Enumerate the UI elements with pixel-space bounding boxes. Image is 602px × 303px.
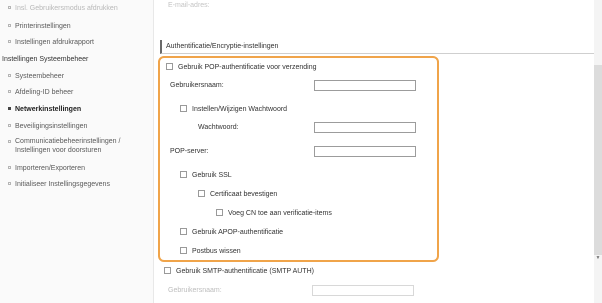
smtp-username-label: Gebruikersnaam: bbox=[168, 287, 222, 294]
sidebar-item-print-report-settings[interactable]: Instellingen afdrukrapport bbox=[0, 36, 154, 49]
add-cn-row: Voeg CN toe aan verificatie-items bbox=[216, 208, 332, 220]
bullet-icon bbox=[8, 24, 11, 27]
scroll-down-icon[interactable]: ▼ bbox=[595, 255, 601, 261]
pop-server-field[interactable] bbox=[314, 146, 416, 157]
sidebar-item-label: Communicatiebeheerinstellingen / Instell… bbox=[15, 138, 121, 154]
use-ssl-checkbox[interactable] bbox=[180, 171, 187, 178]
pop-auth-row: Gebruik POP-authentificatie voor verzend… bbox=[166, 62, 317, 74]
sidebar-group-label: Instellingen Systeembeheer bbox=[2, 56, 89, 63]
sidebar-item-printer-settings[interactable]: Printerinstellingen bbox=[0, 20, 154, 33]
sidebar-item-label: Instellingen afdrukrapport bbox=[15, 39, 94, 46]
bullet-icon bbox=[8, 140, 11, 143]
smtp-username-field[interactable] bbox=[312, 285, 414, 296]
add-cn-checkbox[interactable] bbox=[216, 209, 223, 216]
clear-postbox-label: Postbus wissen bbox=[192, 248, 241, 255]
sidebar-item-user-mode-print[interactable]: Insl. Gebruikersmodus afdrukken bbox=[0, 2, 154, 15]
apop-checkbox[interactable] bbox=[180, 228, 187, 235]
smtp-auth-row: Gebruik SMTP-authentificatie (SMTP AUTH) bbox=[164, 266, 314, 278]
apop-row: Gebruik APOP-authentificatie bbox=[180, 227, 283, 239]
clear-postbox-checkbox[interactable] bbox=[180, 247, 187, 254]
clear-postbox-row: Postbus wissen bbox=[180, 246, 241, 258]
pop-server-label: POP-server: bbox=[170, 148, 209, 155]
verify-cert-label: Certificaat bevestigen bbox=[210, 191, 278, 198]
use-ssl-label: Gebruik SSL bbox=[192, 172, 232, 179]
bullet-icon bbox=[8, 40, 11, 43]
sidebar-item-system-management[interactable]: Systeembeheer bbox=[0, 70, 154, 83]
apop-label: Gebruik APOP-authentificatie bbox=[192, 229, 284, 236]
settings-sidebar: Insl. Gebruikersmodus afdrukken Printeri… bbox=[0, 0, 154, 303]
email-address-label: E-mail-adres: bbox=[168, 2, 210, 9]
bullet-icon bbox=[8, 182, 11, 185]
section-title: Authentificatie/Encryptie-instellingen bbox=[160, 40, 594, 54]
pop-username-field[interactable] bbox=[314, 80, 416, 91]
add-cn-label: Voeg CN toe aan verificatie-items bbox=[228, 210, 332, 217]
sidebar-item-label: Importeren/Exporteren bbox=[15, 165, 86, 172]
bullet-icon bbox=[8, 6, 11, 9]
smtp-auth-label: Gebruik SMTP-authentificatie (SMTP AUTH) bbox=[176, 268, 314, 275]
bullet-icon bbox=[8, 166, 11, 169]
pop-password-field[interactable] bbox=[314, 122, 416, 133]
bullet-icon bbox=[8, 90, 11, 93]
main-content: E-mail-adres: Authentificatie/Encryptie-… bbox=[154, 0, 602, 303]
smtp-auth-checkbox[interactable] bbox=[164, 267, 171, 274]
vertical-scrollbar[interactable]: ▼ bbox=[594, 0, 602, 303]
sidebar-item-network-settings[interactable]: Netwerkinstellingen bbox=[0, 103, 154, 116]
bullet-icon bbox=[8, 124, 11, 127]
sidebar-item-initialize-settings[interactable]: Initialiseer Instellingsgegevens bbox=[0, 178, 154, 191]
sidebar-item-import-export[interactable]: Importeren/Exporteren bbox=[0, 162, 154, 175]
sidebar-group-system-management[interactable]: Instellingen Systeembeheer bbox=[0, 53, 154, 66]
verify-cert-checkbox[interactable] bbox=[198, 190, 205, 197]
pop-auth-checkbox[interactable] bbox=[166, 63, 173, 70]
sidebar-item-label: Systeembeheer bbox=[15, 73, 65, 80]
set-password-label: Instellen/Wijzigen Wachtwoord bbox=[192, 106, 288, 113]
highlight-frame: Gebruik POP-authentificatie voor verzend… bbox=[158, 56, 439, 262]
pop-auth-label: Gebruik POP-authentificatie voor verzend… bbox=[178, 64, 317, 71]
bullet-icon bbox=[8, 107, 11, 110]
sidebar-item-communication-settings[interactable]: Communicatiebeheerinstellingen / Instell… bbox=[0, 137, 154, 159]
verify-cert-row: Certificaat bevestigen bbox=[198, 189, 277, 201]
sidebar-item-label: Netwerkinstellingen bbox=[15, 106, 82, 113]
pop-username-label: Gebruikersnaam: bbox=[170, 82, 224, 89]
sidebar-item-security-settings[interactable]: Beveiligingsinstellingen bbox=[0, 120, 154, 133]
sidebar-item-label: Insl. Gebruikersmodus afdrukken bbox=[15, 5, 118, 12]
pop-password-label: Wachtwoord: bbox=[198, 124, 239, 131]
sidebar-item-label: Initialiseer Instellingsgegevens bbox=[15, 181, 110, 188]
set-password-checkbox[interactable] bbox=[180, 105, 187, 112]
sidebar-item-label: Printerinstellingen bbox=[15, 23, 71, 30]
bullet-icon bbox=[8, 74, 11, 77]
sidebar-item-label: Beveiligingsinstellingen bbox=[15, 123, 88, 130]
use-ssl-row: Gebruik SSL bbox=[180, 170, 232, 182]
sidebar-item-department-id[interactable]: Afdeling-ID beheer bbox=[0, 86, 154, 99]
scrollbar-thumb[interactable] bbox=[594, 65, 602, 255]
sidebar-item-label: Afdeling-ID beheer bbox=[15, 89, 74, 96]
set-password-row: Instellen/Wijzigen Wachtwoord bbox=[180, 104, 287, 116]
